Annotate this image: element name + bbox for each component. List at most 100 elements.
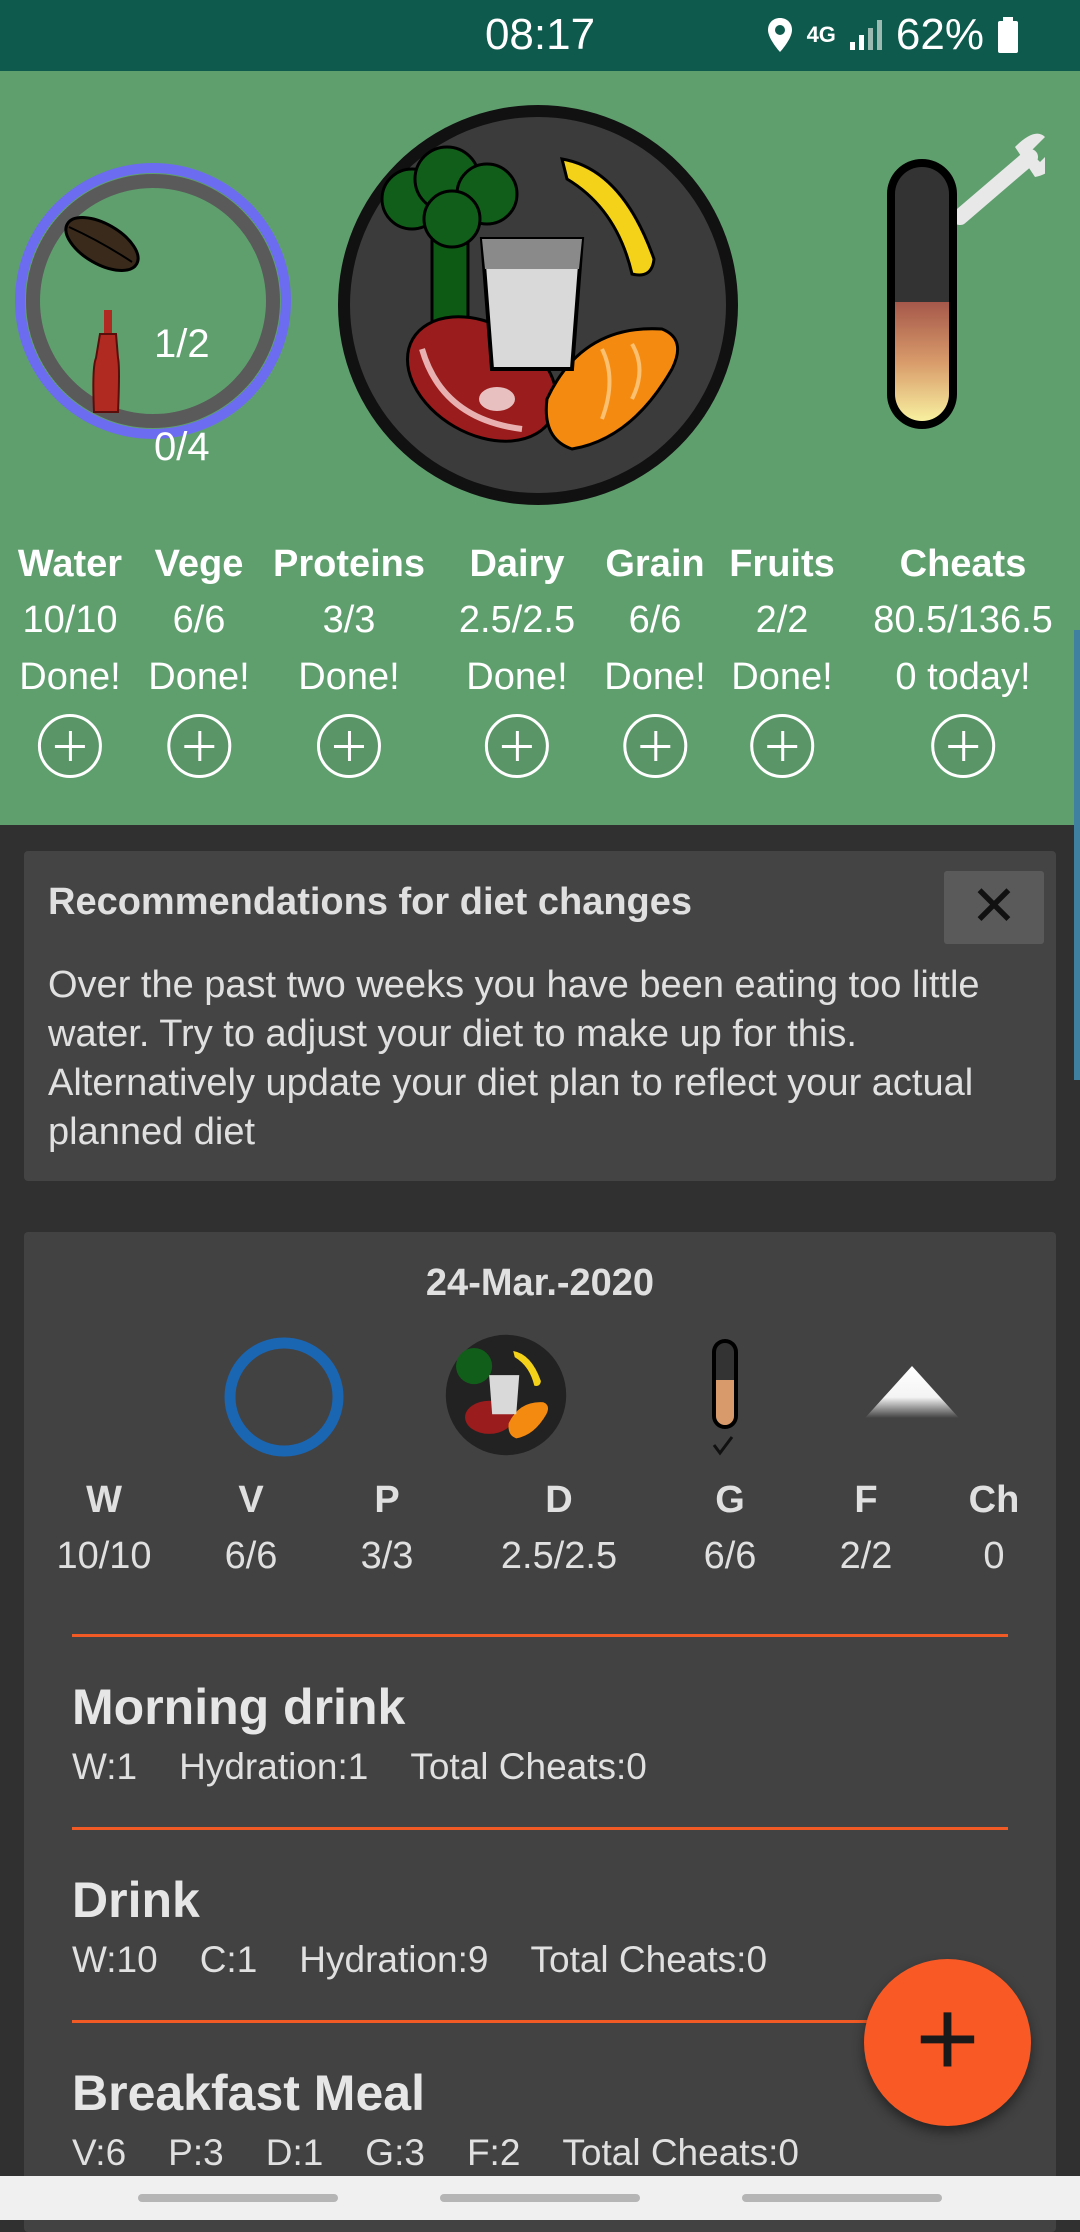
meal-item[interactable]: Morning drink W:1 Hydration:1 Total Cheats… — [72, 1634, 1032, 1797]
wrench-icon[interactable] — [952, 133, 1045, 225]
column-proteins-status: Done! — [298, 656, 400, 698]
column-vege-status: Done! — [148, 656, 250, 698]
column-cheats: Cheats 80.5/136.5 0 today! — [873, 536, 1053, 778]
day-column-f: F 2/2 — [840, 1472, 893, 1584]
meal-details: W:10 C:1 Hydration:9 Total Cheats:0 — [72, 1930, 1032, 1990]
day-column-p-label: P — [374, 1479, 400, 1521]
meal-detail: Hydration:1 — [179, 1746, 369, 1787]
status-icons: 4G 62% — [765, 10, 1020, 60]
add-fruits-button[interactable] — [750, 714, 814, 778]
column-water-label: Water — [17, 543, 123, 585]
nav-back-button[interactable] — [742, 2194, 942, 2202]
meal-item[interactable]: Drink W:10 C:1 Hydration:9 Total Cheats:0 — [72, 1827, 1032, 1990]
scroll-indicator[interactable] — [1074, 630, 1080, 1080]
meal-detail: D:1 — [265, 2132, 324, 2173]
column-cheats-status: 0 today! — [895, 656, 1031, 698]
column-vege-label: Vege — [154, 543, 244, 585]
day-column-d-label: D — [545, 1479, 573, 1521]
column-grain-status: Done! — [604, 656, 706, 698]
day-column-d: D 2.5/2.5 — [501, 1472, 617, 1584]
status-bar: 08:17 4G 62% — [0, 0, 1080, 71]
add-vege-button[interactable] — [167, 714, 231, 778]
add-cheats-button[interactable] — [930, 714, 995, 778]
column-cheats-value: 80.5/136.5 — [873, 599, 1053, 641]
meal-detail: P:3 — [168, 2132, 224, 2173]
day-column-w-value: 10/10 — [56, 1535, 152, 1577]
day-plate-icon — [445, 1334, 567, 1456]
column-dairy-value: 2.5/2.5 — [458, 599, 576, 641]
meal-detail: C:1 — [199, 1939, 258, 1980]
column-dairy: Dairy 2.5/2.5 Done! — [459, 536, 575, 778]
cheats-gauge-icon[interactable] — [865, 117, 1045, 437]
column-fruits-status: Done! — [731, 656, 833, 698]
day-column-p-value: 3/3 — [360, 1535, 414, 1577]
day-column-ch-value: 0 — [983, 1535, 1005, 1577]
day-date: 24-Mar.-2020 — [425, 1262, 655, 1304]
recommendation-card: Recommendations for diet changes ✕ Over … — [24, 851, 1056, 1181]
day-column-v-label: V — [238, 1479, 264, 1521]
meal-title: Drink — [72, 1872, 200, 1928]
check-icon — [712, 1436, 734, 1456]
meal-details: V:6 P:3 D:1 G:3 F:2 Total Cheats:0 — [72, 2123, 1032, 2183]
column-water: Water 10/10 Done! — [18, 536, 122, 778]
meal-detail: Total Cheats:0 — [410, 1746, 647, 1787]
column-fruits: Fruits 2/2 Done! — [729, 536, 835, 778]
column-grain-value: 6/6 — [628, 599, 682, 641]
nav-home-button[interactable] — [440, 2194, 640, 2202]
column-water-value: 10/10 — [22, 599, 118, 641]
meal-details: W:1 Hydration:1 Total Cheats:0 — [72, 1737, 1032, 1797]
add-water-button[interactable] — [37, 714, 102, 778]
day-column-d-value: 2.5/2.5 — [500, 1535, 618, 1577]
meal-title: Morning drink — [72, 1679, 406, 1735]
column-fruits-label: Fruits — [729, 543, 835, 585]
column-proteins-label: Proteins — [272, 543, 426, 585]
day-column-ch: Ch 0 — [969, 1472, 1020, 1584]
add-grain-button[interactable] — [623, 714, 687, 778]
battery-icon — [998, 17, 1018, 53]
signal-icon — [849, 20, 882, 50]
day-column-w: W 10/10 — [56, 1472, 151, 1584]
meal-detail: Hydration:9 — [299, 1939, 489, 1980]
collapse-arrow-icon[interactable] — [857, 1358, 967, 1428]
nutrient-columns: Water 10/10 Done! Vege 6/6 Done! Protein… — [0, 536, 1080, 836]
meal-divider — [72, 1634, 1008, 1637]
meal-detail: Total Cheats:0 — [562, 2132, 799, 2173]
column-vege-value: 6/6 — [172, 599, 226, 641]
day-column-g-value: 6/6 — [703, 1535, 757, 1577]
add-meal-button[interactable]: + — [864, 1959, 1031, 2126]
day-column-g: G 6/6 — [704, 1472, 757, 1584]
meal-detail: G:3 — [365, 2132, 425, 2173]
column-water-status: Done! — [19, 656, 121, 698]
meal-detail: Total Cheats:0 — [530, 1939, 768, 1980]
add-dairy-button[interactable] — [485, 714, 549, 778]
battery-percent: 62% — [895, 10, 984, 59]
extras-ring[interactable]: 1/2 0/4 — [14, 162, 292, 469]
column-grain-label: Grain — [605, 543, 705, 585]
day-column-g-label: G — [715, 1479, 745, 1521]
column-fruits-value: 2/2 — [755, 599, 809, 641]
day-column-v-value: 6/6 — [224, 1535, 278, 1577]
column-dairy-label: Dairy — [469, 543, 565, 585]
nav-recents-button[interactable] — [138, 2194, 338, 2202]
drinks-progress: 0/4 — [154, 425, 210, 469]
column-vege: Vege 6/6 Done! — [148, 536, 250, 778]
column-proteins: Proteins 3/3 Done! — [273, 536, 425, 778]
meal-detail: W:1 — [72, 1746, 138, 1787]
column-dairy-status: Done! — [466, 656, 568, 698]
day-column-w-label: W — [86, 1479, 122, 1521]
column-proteins-value: 3/3 — [322, 599, 376, 641]
location-icon — [767, 18, 792, 52]
meal-detail: W:10 — [72, 1939, 158, 1980]
column-grain: Grain 6/6 Done! — [604, 536, 706, 778]
meal-detail: V:6 — [72, 2132, 127, 2173]
day-column-p: P 3/3 — [361, 1472, 414, 1584]
day-cheats-gauge-icon — [712, 1339, 738, 1456]
meal-detail: F:2 — [466, 2132, 521, 2173]
day-column-f-value: 2/2 — [839, 1535, 893, 1577]
navigation-bar — [0, 2176, 1080, 2220]
seeds-progress: 1/2 — [154, 322, 210, 366]
food-plate-icon[interactable] — [332, 99, 744, 511]
dismiss-recommendation-button[interactable]: ✕ — [944, 871, 1044, 944]
add-proteins-button[interactable] — [316, 714, 381, 778]
bottle-icon — [92, 310, 120, 413]
